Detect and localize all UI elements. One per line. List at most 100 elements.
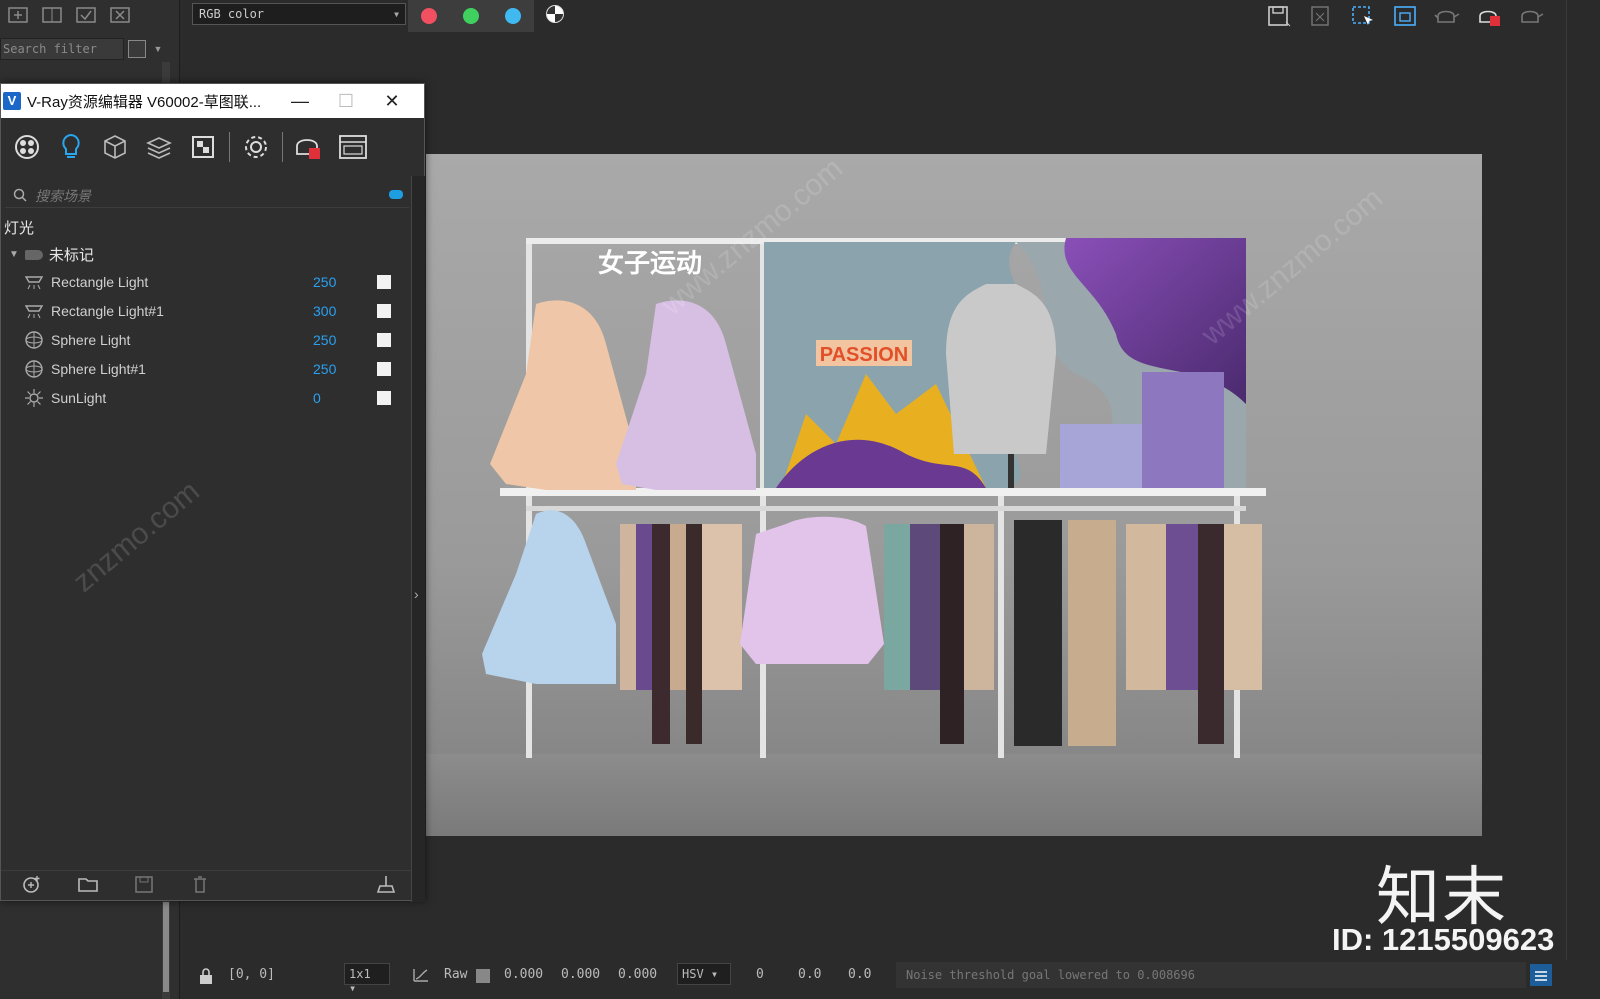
light-item[interactable]: Rectangle Light 250 xyxy=(23,268,408,296)
tab-separator xyxy=(282,132,283,162)
light-item[interactable]: Rectangle Light#1 300 xyxy=(23,297,408,325)
textures-tab-icon[interactable] xyxy=(185,127,221,167)
vray-titlebar[interactable]: V V-Ray资源编辑器 V60002-草图联... — ☐ ✕ xyxy=(1,84,424,118)
color-space-value: HSV xyxy=(682,967,704,981)
add-layer-icon[interactable] xyxy=(6,4,30,26)
light-intensity[interactable]: 250 xyxy=(313,361,373,377)
light-item[interactable]: SunLight 0 xyxy=(23,384,408,412)
scene-search-input[interactable]: 搜索场景 xyxy=(5,182,409,208)
delete-layer-icon[interactable] xyxy=(108,4,132,26)
compare-ab-icon[interactable] xyxy=(40,4,64,26)
vray-asset-tabs xyxy=(1,118,411,176)
light-intensity[interactable]: 250 xyxy=(313,332,373,348)
channel-select-value: RGB color xyxy=(199,7,265,21)
region-render-icon[interactable] xyxy=(1348,2,1378,30)
banner-text: 女子运动 xyxy=(598,248,702,279)
frame-buffer-icon[interactable] xyxy=(335,127,371,167)
tab-separator xyxy=(229,132,230,162)
render-scene: PASSION 女子运动 xyxy=(482,238,1266,758)
right-panel-edge xyxy=(1566,0,1600,960)
render-viewport[interactable]: PASSION 女子运动 xyxy=(426,154,1482,836)
open-folder-icon[interactable] xyxy=(77,874,99,899)
save-asset-icon[interactable] xyxy=(133,874,155,899)
save-image-icon[interactable] xyxy=(1264,2,1294,30)
track-mouse-icon[interactable] xyxy=(1390,2,1420,30)
mono-channel-icon[interactable] xyxy=(546,5,564,23)
pixel-coords: [0, 0] xyxy=(228,967,275,982)
light-enabled-checkbox[interactable] xyxy=(377,391,391,405)
render-log-message: Noise threshold goal lowered to 0.008696 xyxy=(896,962,1526,988)
save-layer-icon[interactable] xyxy=(74,4,98,26)
lock-icon[interactable] xyxy=(198,967,214,989)
tag-icon xyxy=(24,249,43,260)
stop-render-icon[interactable] xyxy=(1474,2,1504,30)
rectangle-light-icon xyxy=(23,300,45,322)
delete-asset-icon[interactable] xyxy=(189,874,211,899)
settings-panel-toggle[interactable]: › xyxy=(411,176,425,902)
render-teapot-icon[interactable] xyxy=(1432,2,1462,30)
search-filter-input[interactable]: Search filter xyxy=(0,38,124,60)
light-enabled-checkbox[interactable] xyxy=(377,275,391,289)
add-asset-icon[interactable] xyxy=(21,874,43,899)
top-right-toolbar xyxy=(1264,0,1564,32)
light-name: Sphere Light#1 xyxy=(51,361,146,377)
expand-triangle-icon[interactable]: ▼ xyxy=(9,249,19,260)
render-teapot-icon[interactable] xyxy=(291,127,327,167)
curve-icon[interactable] xyxy=(412,967,430,987)
light-enabled-checkbox[interactable] xyxy=(377,304,391,318)
render-elements-tab-icon[interactable] xyxy=(141,127,177,167)
settings-gear-icon[interactable] xyxy=(238,127,274,167)
light-enabled-checkbox[interactable] xyxy=(377,362,391,376)
zoom-value: 1x1 xyxy=(349,967,371,981)
log-menu-icon[interactable] xyxy=(1530,964,1552,986)
green-channel-button[interactable] xyxy=(450,0,492,32)
g-value: 0.000 xyxy=(561,967,601,982)
chevron-right-icon: › xyxy=(414,586,419,602)
filter-dropdown-arrow[interactable]: ▼ xyxy=(150,40,166,58)
filter-tag-icon[interactable] xyxy=(389,190,403,199)
purge-broom-icon[interactable] xyxy=(375,874,397,899)
color-mode-label: Raw xyxy=(444,967,468,982)
light-name: SunLight xyxy=(51,390,107,406)
minimize-button[interactable]: — xyxy=(277,84,323,118)
light-name: Rectangle Light xyxy=(51,274,149,290)
interactive-render-icon[interactable] xyxy=(1516,2,1546,30)
close-button[interactable]: ✕ xyxy=(369,84,415,118)
channel-select[interactable]: RGB color ▼ xyxy=(192,3,406,25)
untagged-group[interactable]: ▼ 未标记 xyxy=(9,244,94,265)
sphere-light-icon xyxy=(23,358,45,380)
vray-asset-editor: V V-Ray资源编辑器 V60002-草图联... — ☐ ✕ 搜索场景 灯光… xyxy=(0,83,425,902)
left-scrollbar-thumb[interactable] xyxy=(163,902,169,992)
maximize-button[interactable]: ☐ xyxy=(323,84,369,118)
red-channel-button[interactable] xyxy=(408,0,450,32)
light-item[interactable]: Sphere Light#1 250 xyxy=(23,355,408,383)
lights-tab-icon[interactable] xyxy=(53,127,89,167)
light-enabled-checkbox[interactable] xyxy=(377,333,391,347)
geometry-tab-icon[interactable] xyxy=(97,127,133,167)
light-intensity[interactable]: 0 xyxy=(313,390,373,406)
color-space-select[interactable]: HSV ▾ xyxy=(677,963,731,985)
light-intensity[interactable]: 300 xyxy=(313,303,373,319)
color-swatch xyxy=(476,969,490,983)
vray-logo-icon: V xyxy=(3,92,21,110)
scene-search-placeholder: 搜索场景 xyxy=(35,188,91,204)
filter-checkbox[interactable] xyxy=(128,40,146,58)
light-intensity[interactable]: 250 xyxy=(313,274,373,290)
clear-image-icon[interactable] xyxy=(1306,2,1336,30)
search-icon xyxy=(13,188,27,205)
v-value: 0.0 xyxy=(848,967,872,982)
untagged-group-label: 未标记 xyxy=(48,247,94,264)
s-value: 0.0 xyxy=(798,967,822,982)
sphere-light-icon xyxy=(23,329,45,351)
blue-channel-button[interactable] xyxy=(492,0,534,32)
light-item[interactable]: Sphere Light 250 xyxy=(23,326,408,354)
green-dot-icon xyxy=(463,8,479,24)
light-name: Sphere Light xyxy=(51,332,131,348)
b-value: 0.000 xyxy=(618,967,658,982)
rectangle-light-icon xyxy=(23,271,45,293)
h-value: 0 xyxy=(756,967,764,982)
red-dot-icon xyxy=(421,8,437,24)
zoom-select[interactable]: 1x1 ▾ xyxy=(344,963,390,995)
materials-tab-icon[interactable] xyxy=(9,127,45,167)
chevron-down-icon: ▼ xyxy=(394,10,399,19)
